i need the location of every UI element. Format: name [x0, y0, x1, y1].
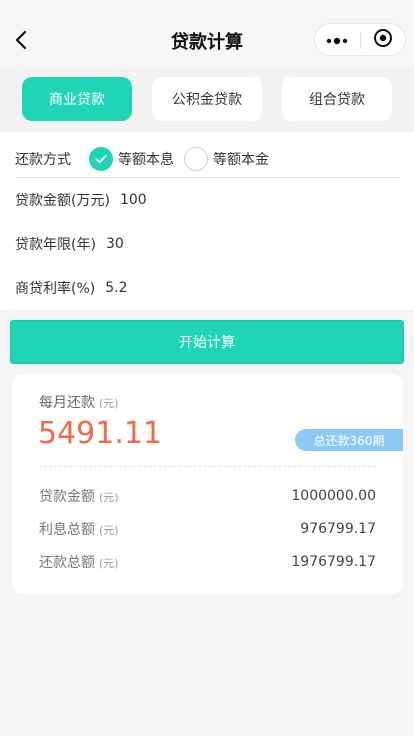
radio-label: 等额本金: [213, 152, 269, 168]
loan-amount-row[interactable]: 贷款金额(万元) 100: [15, 186, 147, 214]
calculate-button[interactable]: 开始计算: [10, 320, 404, 364]
repay-method-label: 还款方式: [15, 152, 71, 168]
repay-method-row: 还款方式 等额本息 等额本金: [15, 140, 269, 178]
monthly-payment-label: 每月还款 (元): [39, 392, 119, 412]
unit-label: (元): [99, 491, 119, 504]
loan-years-input[interactable]: 30: [106, 236, 124, 252]
more-dots-icon: [326, 30, 348, 49]
divider: [15, 177, 400, 178]
tab-commercial-loan[interactable]: 商业贷款: [22, 77, 132, 121]
result-card: 每月还款 (元) 5491.11 总还款360期 贷款金额 (元) 1000000.…: [12, 374, 403, 594]
interest-rate-input[interactable]: 5.2: [105, 280, 127, 296]
result-row-label-wrap: 利息总额 (元): [39, 519, 119, 539]
result-row-label-wrap: 贷款金额 (元): [39, 486, 119, 506]
loan-type-tabs: 商业贷款 公积金贷款 组合贷款: [0, 66, 414, 132]
unit-label: (元): [99, 524, 119, 537]
result-row-total-interest: 利息总额 (元) 976799.17: [39, 519, 376, 539]
nav-header: 贷款计算: [0, 0, 414, 66]
total-period-badge: 总还款360期: [295, 429, 403, 451]
radio-label: 等额本息: [118, 152, 174, 168]
loan-years-row[interactable]: 贷款年限(年) 30: [15, 230, 124, 258]
result-row-value: 976799.17: [300, 521, 376, 537]
target-circle-icon: [373, 28, 393, 52]
dashed-divider: [39, 466, 376, 467]
unchecked-circle-icon: [184, 147, 208, 171]
loan-years-label: 贷款年限(年): [15, 237, 96, 253]
loan-amount-label: 贷款金额(万元): [15, 193, 110, 209]
unit-label: (元): [99, 557, 119, 570]
monthly-label-text: 每月还款: [39, 395, 95, 411]
result-row-total-repayment: 还款总额 (元) 1976799.17: [39, 552, 376, 572]
result-row-label: 利息总额: [39, 522, 95, 538]
radio-equal-principal[interactable]: 等额本金: [184, 147, 269, 171]
result-row-value: 1976799.17: [291, 554, 376, 570]
result-row-label-wrap: 还款总额 (元): [39, 552, 119, 572]
check-icon: [89, 147, 113, 171]
unit-label: (元): [99, 397, 119, 410]
more-button[interactable]: [315, 24, 360, 55]
interest-rate-row[interactable]: 商贷利率(%) 5.2: [15, 274, 128, 302]
loan-amount-input[interactable]: 100: [120, 192, 147, 208]
tab-provident-fund-loan[interactable]: 公积金贷款: [152, 77, 262, 121]
result-row-label: 还款总额: [39, 555, 95, 571]
result-row-loan-amount: 贷款金额 (元) 1000000.00: [39, 486, 376, 506]
mini-program-capsule: [314, 23, 406, 56]
radio-equal-installment[interactable]: 等额本息: [89, 147, 174, 171]
result-row-value: 1000000.00: [291, 488, 376, 504]
tab-combined-loan[interactable]: 组合贷款: [282, 77, 392, 121]
monthly-payment-value: 5491.11: [38, 416, 163, 451]
result-row-label: 贷款金额: [39, 489, 95, 505]
loan-form: 还款方式 等额本息 等额本金 贷款金额(万元) 100 贷款年限(年) 30 商…: [0, 132, 414, 310]
interest-rate-label: 商贷利率(%): [15, 281, 96, 297]
close-mini-program-button[interactable]: [360, 24, 405, 55]
